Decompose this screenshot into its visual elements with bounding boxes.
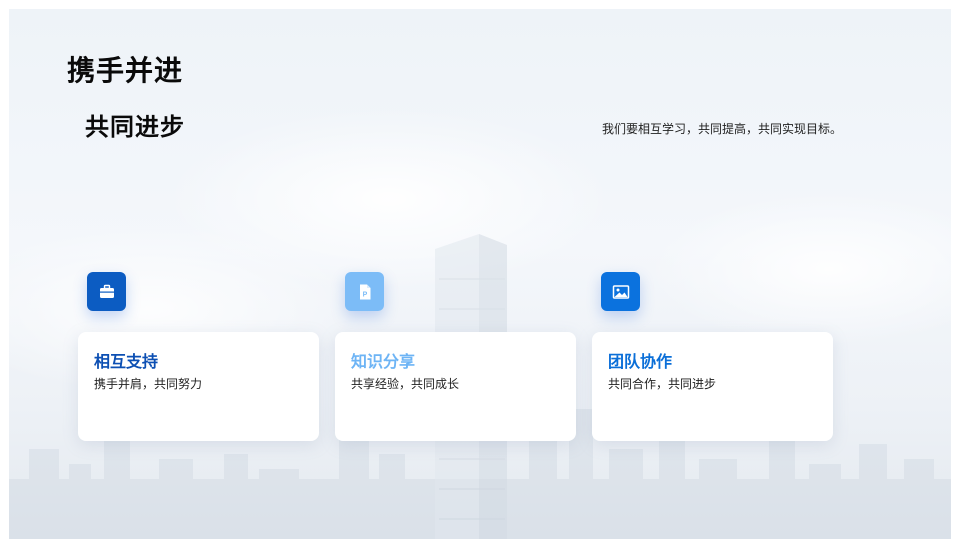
card-description: 携手并肩，共同努力 <box>94 377 203 391</box>
card-title: 团队协作 <box>608 352 673 371</box>
tagline: 我们要相互学习，共同提高，共同实现目标。 <box>601 122 842 136</box>
svg-text:P: P <box>362 291 367 298</box>
briefcase-icon <box>99 284 114 298</box>
slide: 携手并进 共同进步 我们要相互学习，共同提高，共同实现目标。 P 相互支持 携手… <box>9 9 951 539</box>
card-teamwork: 团队协作 共同合作，共同进步 <box>592 332 833 441</box>
card-description: 共享经验，共同成长 <box>351 377 460 391</box>
image-icon-tile <box>601 272 640 311</box>
card-mutual-support: 相互支持 携手并肩，共同努力 <box>78 332 319 441</box>
page-subtitle: 共同进步 <box>85 113 185 141</box>
page-title: 携手并进 <box>67 54 184 87</box>
card-description: 共同合作，共同进步 <box>608 377 717 391</box>
document-icon: P <box>359 284 370 299</box>
card-title: 知识分享 <box>351 352 416 371</box>
card-title: 相互支持 <box>94 352 159 371</box>
document-icon-tile: P <box>345 272 384 311</box>
card-knowledge-sharing: 知识分享 共享经验，共同成长 <box>335 332 576 441</box>
image-icon <box>612 284 629 299</box>
briefcase-icon-tile <box>87 272 126 311</box>
